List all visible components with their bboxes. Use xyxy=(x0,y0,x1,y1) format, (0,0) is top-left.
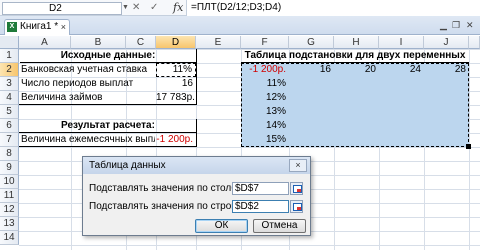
result-header[interactable]: Результат расчета: xyxy=(20,119,196,133)
enter-entry-icon[interactable]: ✓ xyxy=(150,2,158,14)
workbook-tab-strip: X Книга1 * × ▁ ❐ ✕ xyxy=(0,16,480,35)
name-box-dropdown-icon[interactable]: ▼ xyxy=(122,4,129,11)
row-header-8[interactable]: 8 xyxy=(0,147,19,161)
cancel-entry-icon[interactable]: ✕ xyxy=(132,2,140,14)
column-header-c[interactable]: C xyxy=(126,36,156,49)
insert-function-button[interactable]: fx xyxy=(173,1,183,14)
input-block-bottom-border xyxy=(19,104,197,105)
column-header-a[interactable]: A xyxy=(19,36,71,49)
row-header-3[interactable]: 3 xyxy=(0,77,19,91)
name-box[interactable]: D2 xyxy=(2,2,122,15)
column-header-next xyxy=(469,36,480,49)
column-header-g[interactable]: G xyxy=(289,36,334,49)
column-header-b[interactable]: B xyxy=(71,36,126,49)
row-header-14[interactable]: 14 xyxy=(0,231,19,245)
select-all-corner[interactable] xyxy=(0,36,19,49)
formula-bar: D2 ▼ ✕ ✓ fx =ПЛТ(D2/12;D3;D4) xyxy=(0,0,480,16)
loan-value[interactable]: 17 783р. xyxy=(156,91,196,105)
close-workbook-icon[interactable]: × xyxy=(61,20,66,34)
formula-input[interactable]: =ПЛТ(D2/12;D3;D4) xyxy=(186,0,480,16)
workbook-title: Книга1 * xyxy=(20,21,59,32)
rate-label[interactable]: Банковская учетная ставка xyxy=(21,63,155,77)
result-bottom-border xyxy=(19,146,197,147)
data-table-dialog: Таблица данных × Подставлять значения по… xyxy=(82,156,311,236)
column-header-i[interactable]: I xyxy=(379,36,424,49)
row-header-6[interactable]: 6 xyxy=(0,119,19,133)
collapse-dialog-icon[interactable] xyxy=(290,200,303,213)
fill-handle[interactable] xyxy=(466,144,471,149)
row-header-1[interactable]: 1 xyxy=(0,49,19,63)
payment-label[interactable]: Величина ежемесячных выпл xyxy=(21,133,155,147)
ok-button[interactable]: ОК xyxy=(195,219,248,233)
row-header-2[interactable]: 2 xyxy=(0,63,19,77)
rate-value-cell[interactable]: 11% xyxy=(156,63,196,77)
column-input-field[interactable]: $D$7 xyxy=(232,182,289,195)
column-header-d[interactable]: D xyxy=(156,36,196,49)
row-header-10[interactable]: 10 xyxy=(0,175,19,189)
data-table-selection xyxy=(241,63,469,147)
input-data-header[interactable]: Исходные данные: xyxy=(20,49,196,63)
row-header-13[interactable]: 13 xyxy=(0,217,19,231)
dialog-close-button[interactable]: × xyxy=(289,159,307,172)
column-header-h[interactable]: H xyxy=(334,36,379,49)
cancel-button[interactable]: Отмена xyxy=(253,219,306,233)
gridline xyxy=(469,49,470,250)
column-header-e[interactable]: E xyxy=(196,36,241,49)
row-header-12[interactable]: 12 xyxy=(0,203,19,217)
periods-label[interactable]: Число периодов выплат xyxy=(21,77,155,91)
row-header-4[interactable]: 4 xyxy=(0,91,19,105)
restore-icon[interactable]: ❐ xyxy=(452,18,460,32)
periods-value[interactable]: 16 xyxy=(156,77,196,91)
result-right-border xyxy=(196,119,197,147)
close-window-icon[interactable]: ✕ xyxy=(466,18,474,32)
row-header-11[interactable]: 11 xyxy=(0,189,19,203)
dialog-title[interactable]: Таблица данных xyxy=(83,157,310,174)
row-header-9[interactable]: 9 xyxy=(0,161,19,175)
payment-value[interactable]: -1 200р. xyxy=(156,133,196,147)
row-header-7[interactable]: 7 xyxy=(0,133,19,147)
input-block-right-border xyxy=(196,49,197,105)
column-header-f[interactable]: F xyxy=(241,36,289,49)
data-table-title[interactable]: Таблица подстановки для двух переменных xyxy=(241,49,469,63)
workbook-tab[interactable]: X Книга1 * × xyxy=(4,19,70,35)
row-input-field[interactable]: $D$2 xyxy=(232,200,289,213)
column-header-j[interactable]: J xyxy=(424,36,469,49)
loan-label[interactable]: Величина займов xyxy=(21,91,155,105)
collapse-dialog-icon[interactable] xyxy=(290,182,303,195)
excel-icon: X xyxy=(7,22,17,32)
minimize-icon[interactable]: ▁ xyxy=(440,18,447,32)
row-header-5[interactable]: 5 xyxy=(0,105,19,119)
